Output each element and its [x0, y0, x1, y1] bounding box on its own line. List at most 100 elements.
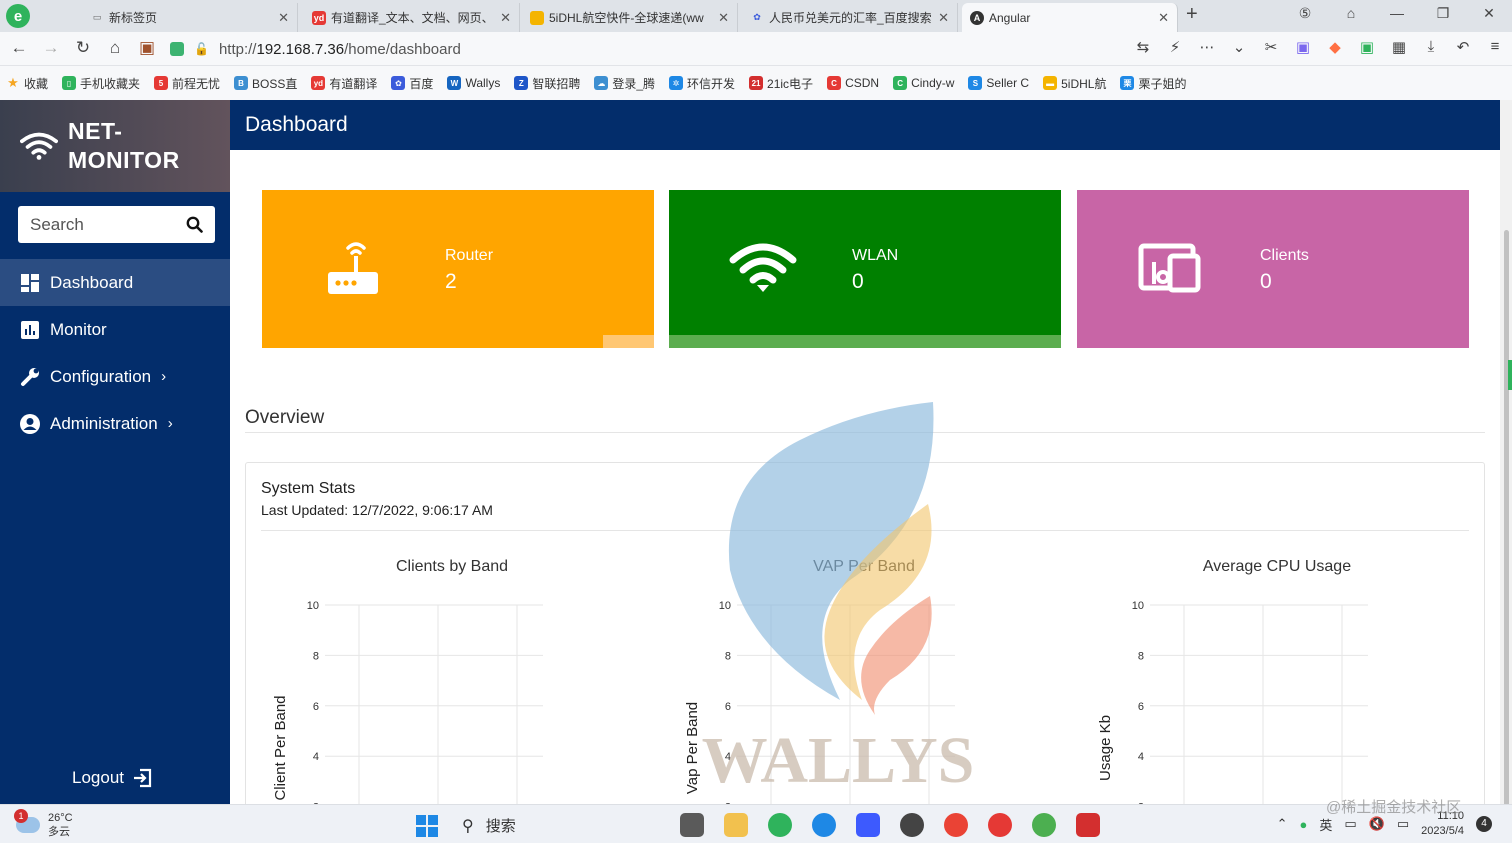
bookmark-label: 百度 — [409, 76, 434, 91]
search-icon[interactable] — [186, 216, 203, 233]
tab-close-icon[interactable]: ✕ — [718, 10, 729, 26]
wlan-card[interactable]: WLAN 0 — [669, 190, 1061, 348]
brand-logo[interactable]: NET- MONITOR — [0, 100, 230, 192]
tab-count-icon[interactable]: ⑤ — [1282, 0, 1328, 30]
browser-tab-baidu[interactable]: ✿ 人民币兑美元的汇率_百度搜索 ✕ — [742, 3, 958, 32]
browser-360-icon[interactable] — [768, 813, 792, 837]
ime-label[interactable]: 英 — [1319, 815, 1332, 834]
lightning-icon[interactable]: ⚡ — [1166, 38, 1184, 56]
browser-tab-new-tab[interactable]: ▭ 新标签页 ✕ — [82, 3, 298, 32]
translate-icon[interactable]: ⇆ — [1134, 38, 1152, 56]
undo-icon[interactable]: ↶ — [1454, 38, 1472, 56]
window-controls: ⑤ ⌂ — ❐ ✕ — [1282, 0, 1512, 30]
sidebar-item-monitor[interactable]: Monitor — [0, 306, 230, 353]
sidebar-item-configuration[interactable]: Configuration › — [0, 353, 230, 400]
tab-close-icon[interactable]: ✕ — [938, 10, 949, 26]
y-tick-label: 10 — [307, 600, 319, 612]
minimize-button[interactable]: — — [1374, 0, 1420, 30]
y-tick-label: 8 — [725, 650, 731, 662]
battery-icon[interactable]: ▭ — [1397, 816, 1409, 832]
sidebar-nav: Dashboard Monitor Configuration › Admini… — [0, 259, 230, 447]
taskbar-search[interactable]: ⚲ 搜索 — [462, 815, 516, 836]
tab-close-icon[interactable]: ✕ — [278, 10, 289, 26]
sidebar-item-dashboard[interactable]: Dashboard — [0, 259, 230, 306]
windows-start-icon[interactable] — [416, 815, 438, 837]
router-card[interactable]: Router 2 — [262, 190, 654, 348]
speaker-muted-icon[interactable]: 🔇 — [1369, 816, 1385, 832]
bookmark-item[interactable]: ★ 收藏 — [6, 75, 48, 92]
skin-icon[interactable]: ⌂ — [1328, 0, 1374, 30]
bookmark-item[interactable]: ▬ 5iDHL航 — [1043, 75, 1106, 92]
ime-green-icon[interactable]: ● — [1300, 817, 1308, 832]
forward-icon[interactable]: → — [40, 38, 62, 58]
edge-icon[interactable] — [812, 813, 836, 837]
scrollbar-thumb[interactable] — [1504, 230, 1509, 810]
menu-icon[interactable]: ≡ — [1486, 38, 1504, 56]
reload-icon[interactable]: ↻ — [72, 38, 94, 58]
brand-line-1: NET- — [68, 118, 123, 144]
scissors-icon[interactable]: ✂ — [1262, 38, 1280, 56]
home-icon[interactable]: ⌂ — [104, 38, 126, 58]
page-scrollbar[interactable] — [1500, 100, 1512, 810]
bookmark-item[interactable]: S Seller C — [968, 76, 1029, 90]
network-icon[interactable]: ▭ — [1344, 816, 1356, 832]
bookmark-item[interactable]: Z 智联招聘 — [514, 75, 580, 92]
bookmark-item[interactable]: ✿ 百度 — [391, 75, 433, 92]
close-window-button[interactable]: ✕ — [1466, 0, 1512, 30]
bookmark-item[interactable]: ▯ 手机收藏夹 — [62, 75, 140, 92]
router-icon — [328, 242, 378, 294]
y-axis-label: Vap Per Band — [684, 702, 701, 794]
bookmark-item[interactable]: ✲ 环信开发 — [669, 75, 735, 92]
tab-close-icon[interactable]: ✕ — [1158, 10, 1169, 26]
browser-tab-youdao[interactable]: yd 有道翻译_文本、文档、网页、 ✕ — [304, 3, 520, 32]
browser-tab-dhl[interactable]: 5iDHL航空快件-全球速递(ww ✕ — [522, 3, 738, 32]
new-tab-button[interactable]: + — [1186, 3, 1198, 26]
bookmark-item[interactable]: 栗栗子姐的 — [1120, 75, 1186, 92]
back-icon[interactable]: ← — [8, 38, 30, 58]
bookmark-label: 环信开发 — [687, 76, 736, 91]
bookmark-item[interactable]: W Wallys — [447, 76, 500, 90]
search-input[interactable] — [30, 214, 180, 235]
game-icon[interactable]: ◆ — [1326, 38, 1344, 56]
chrome-icon[interactable] — [944, 813, 968, 837]
bookmark-item[interactable]: B BOSS直 — [234, 75, 297, 92]
wifi-logo-icon — [20, 132, 58, 160]
green-ext-icon[interactable]: ▣ — [1358, 38, 1376, 56]
bookmark-item[interactable]: C Cindy-w — [893, 76, 954, 90]
file-explorer-icon[interactable] — [724, 813, 748, 837]
url-field[interactable]: 🔓 http://192.168.7.36/home/dashboard — [170, 36, 1240, 62]
g-app-icon[interactable] — [988, 813, 1012, 837]
bookmark-item[interactable]: ☁ 登录_腾 — [594, 75, 655, 92]
wps-icon[interactable] — [1076, 813, 1100, 837]
translate-ext-icon[interactable]: ▣ — [1294, 38, 1312, 56]
chevron-down-icon[interactable]: ⌄ — [1230, 38, 1248, 56]
bookmark-label: 21ic电子 — [767, 76, 814, 91]
browser-logo-icon[interactable]: e — [6, 4, 30, 28]
dhl-favicon-icon — [530, 10, 544, 25]
dell-icon[interactable] — [900, 813, 924, 837]
bookmark-favicon-icon: C — [827, 76, 842, 90]
bookmark-item[interactable]: 21 21ic电子 — [749, 75, 813, 92]
clients-card[interactable]: Clients 0 — [1077, 190, 1469, 348]
store-icon[interactable] — [856, 813, 880, 837]
tab-close-icon[interactable]: ✕ — [500, 10, 511, 26]
logout-button[interactable]: Logout — [72, 768, 152, 788]
card-label: WLAN — [852, 247, 899, 264]
apps-grid-icon[interactable]: ▦ — [1390, 38, 1408, 56]
restore-button[interactable]: ❐ — [1420, 0, 1466, 30]
wechat-icon[interactable] — [1032, 813, 1056, 837]
download-icon[interactable]: ⤓ — [1422, 38, 1440, 56]
bookmark-label: 前程无忧 — [172, 76, 221, 91]
y-tick-label: 10 — [1132, 600, 1144, 612]
more-icon[interactable]: ⋯ — [1198, 38, 1216, 56]
task-view-icon[interactable] — [680, 813, 704, 837]
briefcase-icon[interactable]: ▣ — [136, 38, 158, 58]
browser-tab-angular[interactable]: A Angular ✕ — [962, 3, 1178, 32]
notification-badge[interactable]: 4 — [1476, 816, 1492, 832]
weather-widget[interactable]: 1 26°C 多云 — [14, 809, 73, 839]
chevron-up-icon[interactable]: ⌃ — [1277, 816, 1288, 832]
bookmark-item[interactable]: C CSDN — [827, 76, 879, 90]
bookmark-item[interactable]: yd 有道翻译 — [311, 75, 377, 92]
sidebar-item-administration[interactable]: Administration › — [0, 400, 230, 447]
bookmark-item[interactable]: 5 前程无忧 — [154, 75, 220, 92]
